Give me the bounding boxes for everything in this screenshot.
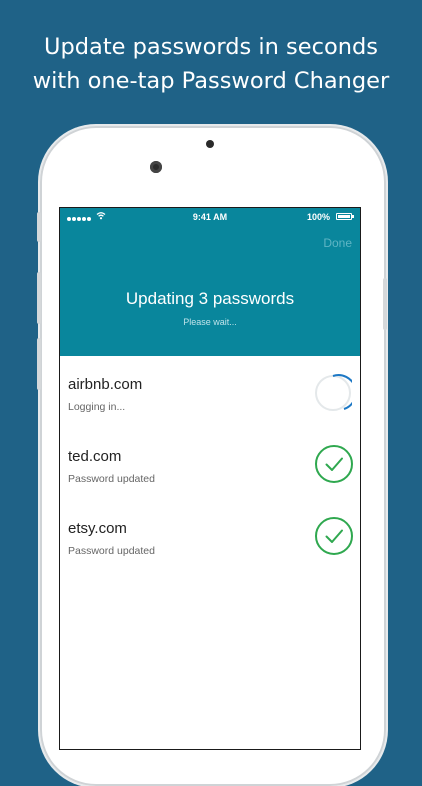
- site-row-ted: ted.com Password updated: [60, 428, 360, 500]
- marketing-headline: Update passwords in seconds with one-tap…: [0, 30, 422, 98]
- earpiece-speaker: [206, 140, 214, 148]
- spinner-icon: [315, 374, 352, 411]
- headline-line-2: with one-tap Password Changer: [32, 68, 390, 94]
- check-circle-icon: [315, 517, 353, 555]
- done-button[interactable]: Done: [323, 236, 352, 250]
- check-circle-icon: [315, 445, 353, 483]
- progress-header: 9:41 AM 100% Done Updating 3 passwords P…: [60, 208, 360, 356]
- headline-line-1: Update passwords in seconds: [44, 34, 378, 60]
- site-status: Logging in...: [68, 401, 126, 413]
- status-bar: 9:41 AM 100%: [60, 208, 360, 226]
- site-name: etsy.com: [68, 520, 127, 537]
- page-subtitle: Please wait...: [183, 317, 237, 327]
- site-status: Password updated: [68, 473, 155, 485]
- site-row-airbnb: airbnb.com Logging in...: [60, 356, 360, 428]
- mute-switch: [37, 212, 41, 242]
- battery-percent: 100%: [306, 212, 330, 222]
- site-row-etsy: etsy.com Password updated: [60, 500, 360, 572]
- battery-icon: [336, 213, 354, 220]
- page-title: Updating 3 passwords: [125, 289, 295, 308]
- power-button: [383, 278, 387, 330]
- front-camera: [150, 161, 162, 173]
- site-name: airbnb.com: [68, 376, 143, 393]
- site-status: Password updated: [68, 545, 155, 557]
- phone-screen: 9:41 AM 100% Done Updating 3 passwords P…: [59, 207, 361, 750]
- volume-down-button: [37, 338, 41, 390]
- site-name: ted.com: [68, 448, 122, 465]
- volume-up-button: [37, 272, 41, 324]
